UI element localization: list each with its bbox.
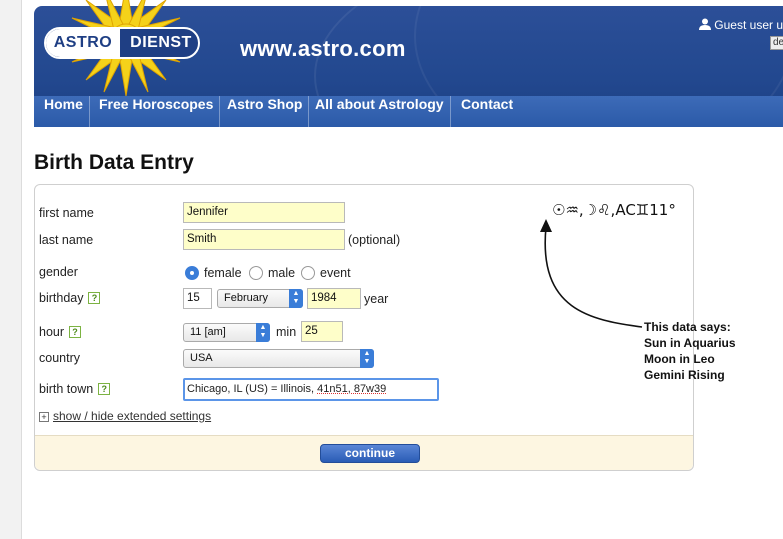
annotation-line: This data says: [644, 320, 731, 334]
extended-settings-toggle[interactable]: + show / hide extended settings [39, 409, 211, 423]
birthday-label: birthday? [39, 291, 101, 305]
birth-day-input[interactable]: 15 [183, 288, 212, 309]
hour-value: 11 [am] [190, 326, 226, 338]
user-icon [699, 18, 712, 30]
page-title: Birth Data Entry [34, 151, 194, 174]
chevron-updown-icon: ▲ ▼ [360, 349, 374, 368]
language-selector[interactable]: de [770, 36, 783, 50]
left-sidebar-strip [0, 0, 22, 539]
country-select[interactable]: USA ▲ ▼ [183, 349, 374, 368]
birth-town-label-text: birth town [39, 382, 94, 396]
gender-label: gender [39, 265, 78, 279]
plus-icon: + [39, 412, 49, 422]
birth-month-value: February [224, 292, 269, 304]
hour-select[interactable]: 11 [am] ▲ ▼ [183, 323, 270, 342]
nav-free-horoscopes[interactable]: Free Horoscopes [93, 96, 221, 127]
nav-astro-shop[interactable]: Astro Shop [221, 96, 310, 127]
last-name-label: last name [39, 233, 94, 247]
annotation-line: Gemini Rising [644, 368, 725, 382]
last-name-optional-note: (optional) [348, 233, 401, 247]
birth-town-text: Chicago, IL (US) = Illinois, [187, 383, 318, 395]
site-name[interactable]: www.astro.com [240, 36, 406, 62]
logo-text-astro: ASTRO [46, 29, 120, 57]
birth-town-input[interactable]: Chicago, IL (US) = Illinois, 41n51, 87w3… [183, 378, 439, 401]
guest-user-menu[interactable]: Guest user u [699, 18, 783, 32]
chevron-updown-icon: ▲ ▼ [256, 323, 270, 342]
logo-text-dienst: DIENST [130, 34, 192, 51]
first-name-label: first name [39, 206, 94, 220]
nav-home[interactable]: Home [38, 96, 90, 127]
birth-year-input[interactable]: 1984 [307, 288, 361, 309]
country-value: USA [190, 352, 213, 364]
annotation-note: This data says: Sun in Aquarius Moon in … [644, 319, 736, 383]
annotation-line: Moon in Leo [644, 352, 715, 366]
birth-month-select[interactable]: February ▲ ▼ [217, 289, 303, 308]
gender-male-radio[interactable] [249, 266, 263, 280]
first-name-input[interactable]: Jennifer [183, 202, 345, 223]
nav-contact[interactable]: Contact [455, 96, 519, 127]
minute-input[interactable]: 25 [301, 321, 343, 342]
hour-help-icon[interactable]: ? [69, 326, 82, 338]
nav-all-about-astrology[interactable]: All about Astrology [309, 96, 451, 127]
birthday-help-icon[interactable]: ? [88, 292, 101, 304]
min-label: min [276, 325, 297, 339]
main-nav: Home Free Horoscopes Astro Shop All abou… [34, 96, 783, 127]
birth-town-coords: 41n51, 87w39 [317, 383, 387, 395]
birth-town-help-icon[interactable]: ? [98, 383, 111, 395]
guest-user-label: Guest user u [714, 18, 783, 32]
gender-female-label[interactable]: female [204, 266, 242, 280]
last-name-input[interactable]: Smith [183, 229, 345, 250]
hour-label-text: hour [39, 325, 65, 339]
year-label: year [364, 292, 389, 306]
birthday-label-text: birthday [39, 291, 84, 305]
gender-event-label[interactable]: event [320, 266, 351, 280]
birth-town-label: birth town? [39, 382, 111, 396]
chevron-updown-icon: ▲ ▼ [289, 289, 303, 308]
continue-button[interactable]: continue [320, 444, 420, 463]
gender-male-label[interactable]: male [268, 266, 295, 280]
gender-female-radio[interactable] [185, 266, 199, 280]
hour-label: hour? [39, 325, 82, 339]
astrodienst-logo[interactable]: ASTRO DIENST [44, 27, 200, 59]
extended-settings-link[interactable]: show / hide extended settings [53, 409, 211, 423]
annotation-line: Sun in Aquarius [644, 336, 736, 350]
gender-event-radio[interactable] [301, 266, 315, 280]
country-label: country [39, 351, 80, 365]
